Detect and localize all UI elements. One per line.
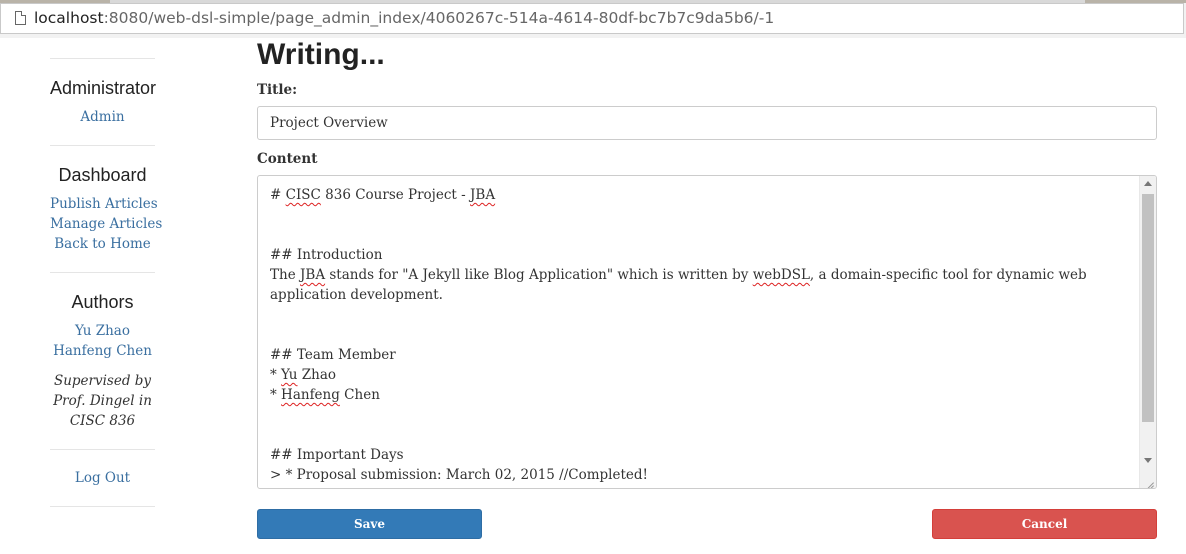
content-line (270, 325, 1130, 345)
resize-grip-icon[interactable] (1144, 476, 1154, 486)
sidebar-section-administrator: Administrator Admin (50, 59, 157, 145)
content-line (270, 225, 1130, 245)
cancel-button[interactable]: Cancel (932, 509, 1157, 539)
content-line: * Hanfeng Chen (270, 387, 380, 403)
sidebar: Administrator Admin Dashboard Publish Ar… (50, 58, 162, 507)
sidebar-link-admin[interactable]: Admin (50, 107, 155, 127)
content-line (270, 305, 1130, 325)
sidebar-heading: Administrator (50, 78, 157, 98)
sidebar-section-logout: Log Out (50, 450, 155, 506)
scroll-down-arrow-icon[interactable] (1144, 458, 1152, 463)
content-textarea[interactable]: # CISC 836 Course Project - JBA ## Introd… (257, 175, 1157, 489)
sidebar-link-back-to-home[interactable]: Back to Home (50, 234, 155, 254)
content-label: Content (257, 151, 318, 167)
content-line: ## Introduction (270, 247, 383, 263)
content-line: ## Important Days (270, 447, 404, 463)
sidebar-section-authors: Authors Yu Zhao Hanfeng Chen Supervised … (50, 273, 155, 449)
content-line: * Yu Zhao (270, 367, 337, 383)
sidebar-section-dashboard: Dashboard Publish Articles Manage Articl… (50, 146, 162, 272)
url-text[interactable]: localhost:8080/web-dsl-simple/page_admin… (34, 9, 774, 27)
content-text[interactable]: # CISC 836 Course Project - JBA ## Introd… (270, 185, 1130, 488)
title-input[interactable] (257, 106, 1157, 140)
content-line: > * Design summary: March 13, 2015 //Com… (270, 485, 1130, 488)
sidebar-heading: Authors (71, 292, 134, 312)
title-label: Title: (257, 82, 298, 98)
content-line: # CISC 836 Course Project - JBA (270, 187, 496, 203)
sidebar-link-manage-articles[interactable]: Manage Articles (50, 214, 162, 234)
sidebar-link-publish-articles[interactable]: Publish Articles (50, 194, 158, 214)
logout-link[interactable]: Log Out (50, 468, 155, 488)
scroll-thumb[interactable] (1142, 194, 1154, 422)
supervisor-note: Supervised by Prof. Dingel in CISC 836 (53, 373, 152, 429)
content-scrollbar[interactable] (1139, 176, 1156, 488)
content-line: > * Proposal submission: March 02, 2015 … (270, 467, 648, 483)
page-title: Writing... (257, 38, 385, 71)
sidebar-link-author-hanfeng-chen[interactable]: Hanfeng Chen (50, 341, 155, 361)
url-path: :8080/web-dsl-simple/page_admin_index/40… (103, 9, 775, 27)
sidebar-divider (50, 506, 155, 507)
save-button[interactable]: Save (257, 509, 482, 539)
scroll-up-arrow-icon[interactable] (1144, 181, 1152, 186)
url-host: localhost (34, 9, 104, 27)
sidebar-heading: Dashboard (58, 165, 147, 185)
page-icon (15, 11, 26, 25)
browser-toolbar: localhost:8080/web-dsl-simple/page_admin… (0, 0, 1186, 38)
content-line (270, 405, 1130, 425)
content-line (270, 205, 1130, 225)
sidebar-link-author-yu-zhao[interactable]: Yu Zhao (50, 321, 155, 341)
content-line: ## Team Member (270, 347, 396, 363)
content-line (270, 425, 1130, 445)
address-bar[interactable]: localhost:8080/web-dsl-simple/page_admin… (0, 3, 1184, 34)
content-line: The JBA stands for "A Jekyll like Blog A… (270, 267, 1091, 303)
